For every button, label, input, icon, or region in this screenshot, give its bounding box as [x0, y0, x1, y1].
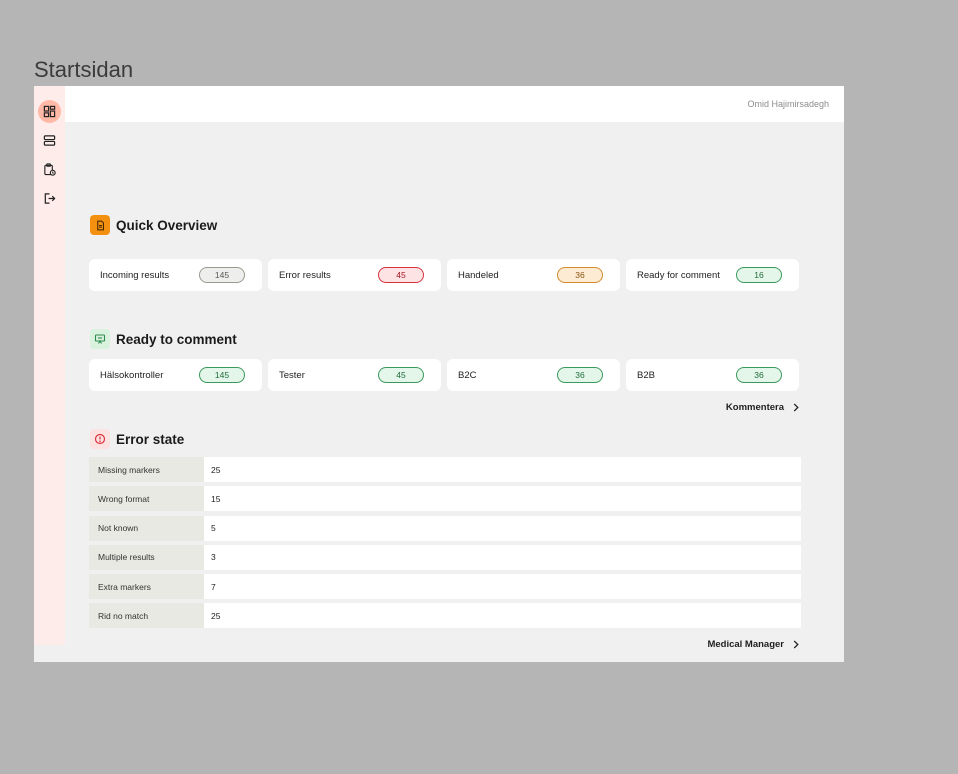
card-label: Hälsokontroller — [100, 369, 164, 381]
quick-overview-label: Quick Overview — [116, 217, 218, 233]
error-type: Missing markers — [89, 457, 204, 482]
count-badge: 36 — [557, 367, 603, 383]
card-tester[interactable]: Tester 45 — [268, 359, 441, 391]
card-ready-for-comment[interactable]: Ready for comment 16 — [626, 259, 799, 291]
error-count: 3 — [204, 544, 801, 570]
medical-manager-label: Medical Manager — [707, 639, 784, 650]
card-label: Tester — [279, 369, 305, 381]
table-row: Missing markers 25 — [89, 457, 801, 482]
error-count: 25 — [204, 603, 801, 629]
table-row: Extra markers 7 — [89, 574, 801, 600]
table-row: Not known 5 — [89, 515, 801, 541]
count-badge: 36 — [736, 367, 782, 383]
error-type: Not known — [89, 515, 204, 541]
card-label: Error results — [279, 269, 331, 281]
error-type: Multiple results — [89, 544, 204, 570]
document-icon — [90, 215, 110, 235]
sidebar-item-logout[interactable] — [38, 187, 61, 210]
page-label: Startsidan — [34, 57, 134, 82]
card-label: Incoming results — [100, 269, 170, 281]
kommentera-link[interactable]: Kommentera — [726, 402, 800, 413]
table-row: Rid no match 25 — [89, 603, 801, 629]
count-badge: 16 — [736, 267, 782, 283]
chevron-right-icon — [793, 403, 799, 412]
server-icon — [43, 135, 56, 146]
medical-manager-link[interactable]: Medical Manager — [707, 639, 800, 650]
count-badge: 45 — [378, 267, 424, 283]
card-halsokontroller[interactable]: Hälsokontroller 145 — [89, 359, 262, 391]
count-badge: 45 — [378, 367, 424, 383]
error-count: 25 — [204, 457, 801, 482]
quick-overview-cards: Incoming results 145 Error results 45 Ha… — [89, 259, 799, 291]
card-incoming-results[interactable]: Incoming results 145 — [89, 259, 262, 291]
kommentera-label: Kommentera — [725, 402, 784, 413]
dashboard-icon — [43, 105, 56, 118]
sidebar-item-dashboard[interactable] — [38, 100, 61, 123]
card-label: B2C — [458, 369, 477, 381]
error-count: 5 — [204, 515, 801, 541]
clipboard-clock-icon — [44, 163, 56, 176]
card-b2b[interactable]: B2B 36 — [626, 359, 799, 391]
error-state-table: Missing markers 25 Wrong format 15 Not k… — [89, 457, 801, 633]
error-type: Rid no match — [89, 603, 204, 629]
error-state-label: Error state — [116, 431, 185, 447]
sidebar — [34, 86, 65, 645]
error-type: Wrong format — [89, 486, 204, 512]
ready-to-comment-title: Ready to comment — [90, 329, 237, 349]
error-count: 15 — [204, 486, 801, 512]
user-name[interactable]: Omid Hajimirsadegh — [747, 99, 829, 109]
table-row: Wrong format 15 — [89, 486, 801, 512]
card-label: Ready for comment — [637, 269, 720, 281]
error-type: Extra markers — [89, 574, 204, 600]
card-label: B2B — [637, 369, 655, 381]
ready-to-comment-cards: Hälsokontroller 145 Tester 45 B2C 36 B2B… — [89, 359, 799, 391]
error-count: 7 — [204, 574, 801, 600]
alert-circle-icon — [90, 429, 110, 449]
quick-overview-title: Quick Overview — [90, 215, 217, 235]
count-badge: 145 — [199, 367, 245, 383]
top-bar: Omid Hajimirsadegh — [65, 86, 844, 122]
error-state-title: Error state — [90, 429, 184, 449]
table-row: Multiple results 3 — [89, 544, 801, 570]
card-b2c[interactable]: B2C 36 — [447, 359, 620, 391]
presentation-icon — [90, 329, 110, 349]
app-frame: Omid Hajimirsadegh Quick Overview Incomi… — [34, 86, 844, 662]
card-error-results[interactable]: Error results 45 — [268, 259, 441, 291]
sidebar-item-tasks[interactable] — [38, 158, 61, 181]
card-label: Handeled — [458, 269, 499, 281]
card-handeled[interactable]: Handeled 36 — [447, 259, 620, 291]
ready-to-comment-label: Ready to comment — [116, 331, 237, 347]
sidebar-item-servers[interactable] — [38, 129, 61, 152]
count-badge: 36 — [557, 267, 603, 283]
count-badge: 145 — [199, 267, 245, 283]
logout-icon — [44, 193, 56, 204]
chevron-right-icon — [793, 640, 799, 649]
